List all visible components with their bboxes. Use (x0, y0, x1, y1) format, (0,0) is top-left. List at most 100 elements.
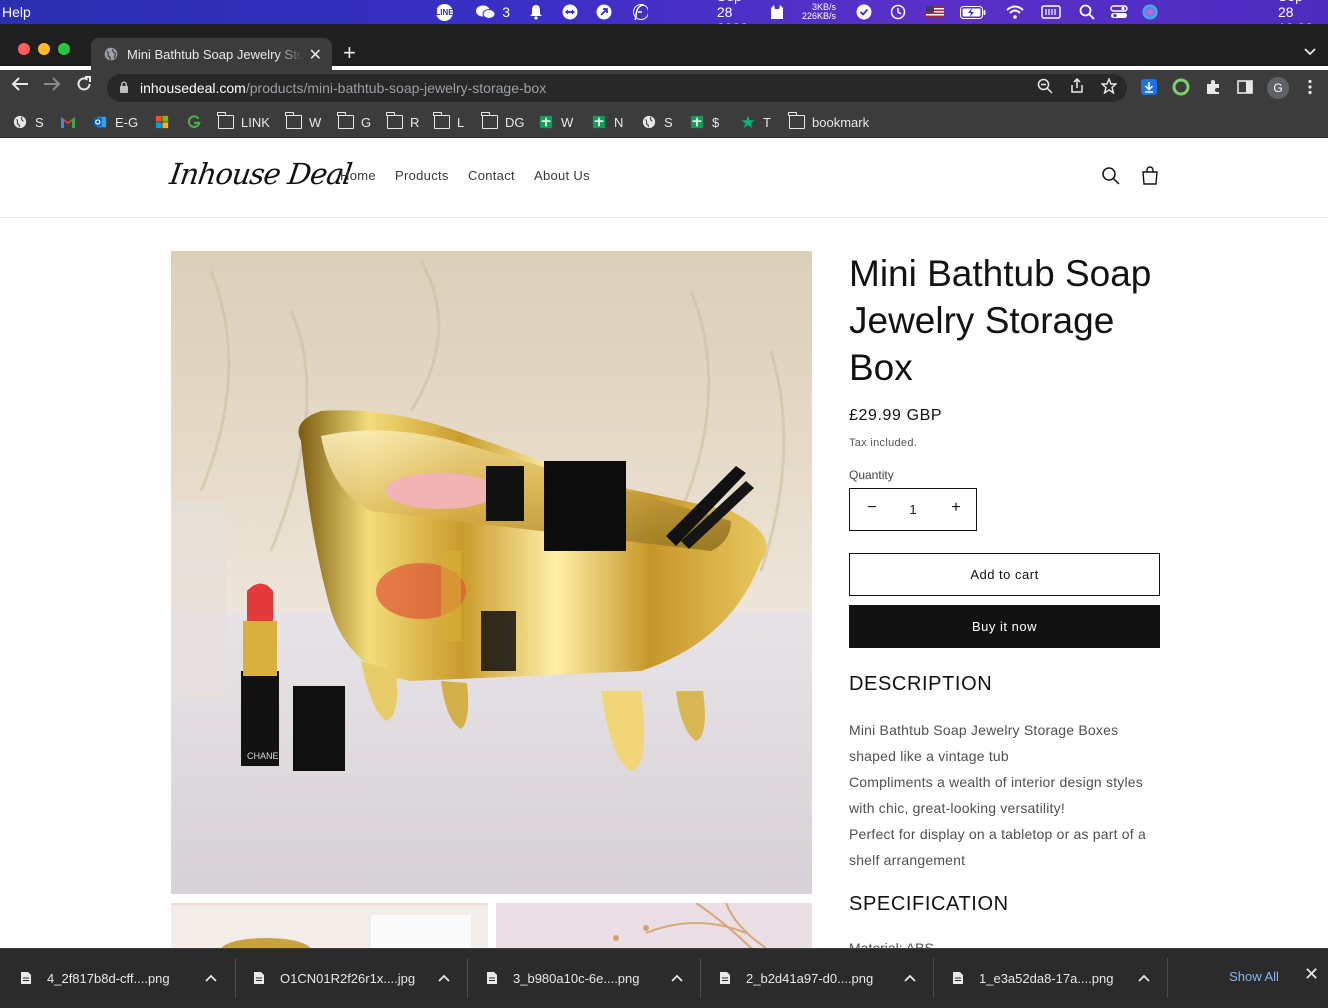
siri-icon[interactable] (1142, 0, 1158, 24)
nav-products[interactable]: Products (395, 168, 449, 183)
bookmark-folder-g[interactable]: G (337, 112, 371, 131)
line-icon[interactable]: LINE (435, 0, 454, 24)
time-machine-icon[interactable] (890, 0, 906, 24)
bookmark-sheets-dollar[interactable]: $ (689, 113, 719, 131)
spotlight-search-icon[interactable] (1079, 0, 1095, 24)
us-flag-icon[interactable] (926, 0, 944, 24)
folder-icon (386, 112, 403, 129)
download-item[interactable]: 3_b980a10c-6e....png (486, 948, 640, 1008)
download-item[interactable]: 1_e3a52da8-17a....png (952, 948, 1113, 1008)
product-thumbnail-2[interactable] (496, 903, 812, 953)
extensions-puzzle-icon[interactable] (1203, 78, 1223, 98)
download-extension-icon[interactable] (1139, 78, 1159, 98)
bell-icon[interactable] (529, 0, 543, 24)
control-center-icon[interactable] (1110, 0, 1128, 24)
bookmark-s-1[interactable]: S (12, 113, 44, 131)
search-icon[interactable] (1101, 166, 1121, 186)
window-close-button[interactable] (18, 43, 30, 55)
globe-icon (642, 115, 656, 129)
quantity-input[interactable]: 1 (894, 502, 932, 517)
forward-arrow-icon[interactable] (40, 76, 64, 97)
profile-avatar[interactable]: G (1267, 77, 1289, 99)
teamviewer-icon[interactable] (562, 0, 578, 24)
quantity-decrease-button[interactable]: − (862, 499, 882, 517)
file-icon (21, 972, 31, 984)
window-zoom-button[interactable] (58, 43, 70, 55)
feather-icon[interactable] (632, 0, 648, 24)
active-tab[interactable]: Mini Bathtub Soap Jewelry Storage Box ✕ (91, 38, 332, 70)
tab-close-icon[interactable]: ✕ (309, 45, 322, 65)
bookmark-folder-r[interactable]: R (386, 112, 419, 131)
download-item[interactable]: 2_b2d41a97-d0....png (719, 948, 873, 1008)
bookmark-folder-w[interactable]: W (285, 112, 321, 131)
cat-icon[interactable] (769, 0, 785, 24)
download-item[interactable]: 4_2f817b8d-cff....png (20, 948, 170, 1008)
quantity-increase-button[interactable]: + (946, 499, 966, 517)
show-all-downloads-button[interactable]: Show All (1212, 961, 1296, 991)
bookmark-e-g[interactable]: E-G (92, 113, 138, 131)
store-logo[interactable]: Inhouse Deal (168, 157, 354, 191)
help-menu[interactable]: Help (2, 4, 31, 20)
tab-search-chevron-icon[interactable] (1304, 44, 1316, 59)
product-title: Mini Bathtub Soap Jewelry Storage Box (849, 253, 1152, 388)
menubar-date[interactable]: Sep 28 2022 (717, 0, 748, 36)
download-chevron-icon[interactable] (205, 948, 217, 1008)
bookmark-microsoft[interactable] (154, 113, 177, 131)
wechat-icon[interactable]: 3 (475, 0, 510, 24)
bookmark-trustpilot[interactable]: T (740, 113, 771, 131)
lock-icon[interactable] (119, 81, 129, 93)
bookmark-sheets-n[interactable]: N (591, 113, 623, 131)
battery-icon[interactable] (960, 0, 986, 24)
back-arrow-icon[interactable] (8, 76, 32, 97)
bookmark-folder-link[interactable]: LINK (217, 112, 270, 131)
buy-now-button[interactable]: Buy it now (849, 605, 1160, 648)
bookmark-sheets-w[interactable]: W (538, 113, 573, 131)
download-chevron-icon[interactable] (438, 948, 450, 1008)
bookmark-star-icon[interactable] (1100, 77, 1118, 96)
share-icon[interactable] (1068, 77, 1086, 96)
file-icon (254, 972, 264, 984)
macos-menu-bar: Help LINE 3 Sep 28 2022 3KB/s 226KB/s We… (0, 0, 1328, 52)
bookmark-gmail[interactable] (60, 113, 83, 131)
new-tab-icon[interactable]: + (343, 40, 356, 66)
url-text[interactable]: inhousedeal.com/products/mini-bathtub-so… (140, 80, 546, 96)
wifi-icon[interactable] (1006, 0, 1024, 24)
bookmark-folder-dg[interactable]: DG (481, 112, 525, 131)
nav-about-us[interactable]: About Us (534, 168, 590, 183)
download-item[interactable]: O1CN01R2f26r1x....jpg (253, 948, 415, 1008)
circle-extension-icon[interactable] (1171, 78, 1191, 98)
download-filename: 2_b2d41a97-d0....png (746, 970, 874, 986)
description-heading: DESCRIPTION (849, 673, 993, 695)
description-line: Perfect for display on a tabletop or as … (849, 826, 1146, 868)
more-menu-icon[interactable] (1300, 78, 1320, 98)
nav-contact[interactable]: Contact (468, 168, 515, 183)
download-chevron-icon[interactable] (1138, 948, 1150, 1008)
download-divider (700, 958, 701, 998)
bookmark-folder-bookmark[interactable]: bookmark (788, 112, 869, 131)
close-downloads-icon[interactable]: ✕ (1304, 964, 1319, 985)
vpn-icon[interactable] (596, 0, 612, 24)
bookmark-s-2[interactable]: S (641, 113, 673, 131)
network-speed[interactable]: 3KB/s 226KB/s (802, 0, 836, 24)
cart-icon[interactable] (1140, 166, 1160, 186)
product-main-image[interactable]: CHANEL (171, 251, 812, 894)
bookmark-folder-l[interactable]: L (433, 112, 464, 131)
side-panel-icon[interactable] (1235, 78, 1255, 98)
zoom-out-icon[interactable] (1036, 78, 1054, 96)
memory-icon[interactable] (1041, 0, 1061, 24)
product-thumbnail-1[interactable] (171, 903, 488, 953)
add-to-cart-button[interactable]: Add to cart (849, 553, 1160, 596)
bookmark-grammarly[interactable] (186, 113, 209, 131)
window-minimize-button[interactable] (38, 43, 50, 55)
sheets-icon (539, 115, 553, 129)
nav-home[interactable]: Home (340, 168, 376, 183)
tax-note: Tax included. (849, 437, 918, 449)
globe-icon (104, 47, 118, 61)
checkmark-circle-icon[interactable] (856, 0, 872, 24)
reload-icon[interactable] (72, 76, 96, 97)
download-chevron-icon[interactable] (671, 948, 683, 1008)
menubar-clock[interactable]: Wed Sep 28 10:00 AM (1278, 0, 1313, 52)
download-chevron-icon[interactable] (904, 948, 916, 1008)
download-filename: 1_e3a52da8-17a....png (979, 970, 1114, 986)
product-description: Mini Bathtub Soap Jewelry Storage Boxes … (849, 717, 1160, 873)
